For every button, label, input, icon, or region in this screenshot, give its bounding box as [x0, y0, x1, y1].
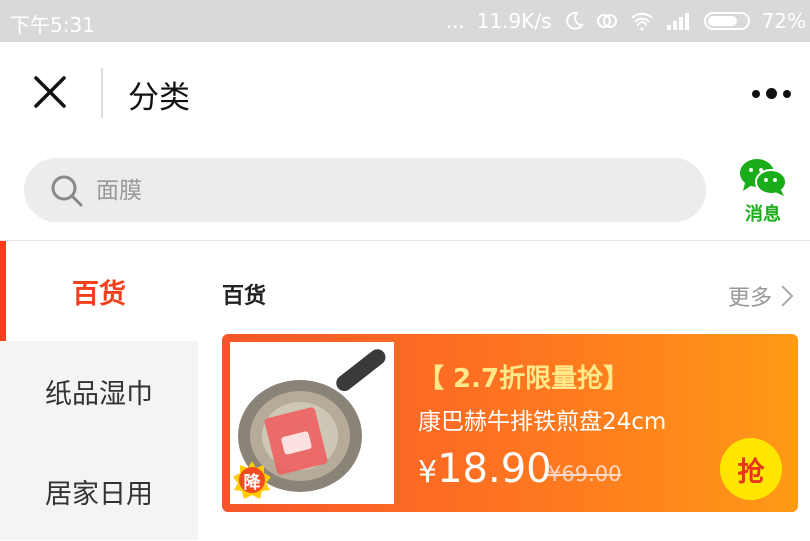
- promo-tag: 【 2.7折限量抢】: [418, 364, 630, 394]
- page-title: 分类: [128, 80, 190, 116]
- original-price: ¥69.00: [548, 462, 622, 486]
- price-currency: ¥: [418, 455, 438, 490]
- grab-button-label: 抢: [737, 456, 765, 488]
- discount-badge: 降: [232, 460, 272, 500]
- more-dot-icon: [752, 89, 760, 98]
- discount-badge-label: 降: [243, 473, 261, 493]
- sidebar-item-label: 百货: [72, 278, 126, 310]
- search-bar[interactable]: [24, 158, 706, 222]
- signal-icon: [666, 13, 689, 30]
- more-options-button[interactable]: [752, 88, 791, 99]
- messages-label: 消息: [745, 204, 781, 225]
- link-icon: [596, 14, 617, 28]
- status-right-group: ... 11.9K/s 72%: [446, 9, 806, 33]
- more-dot-icon: [766, 88, 777, 99]
- more-link[interactable]: 更多: [728, 280, 794, 312]
- network-speed: 11.9K/s: [476, 9, 552, 33]
- moon-icon: [565, 11, 584, 30]
- grab-button[interactable]: 抢: [720, 438, 782, 500]
- sidebar-item-label: 居家日用: [45, 478, 153, 510]
- sidebar-item-label: 纸品湿巾: [45, 378, 153, 410]
- close-icon[interactable]: [30, 72, 70, 112]
- title-bar: 分类: [0, 42, 810, 146]
- section-title: 百货: [222, 284, 267, 309]
- price-value: 18.90: [437, 446, 552, 492]
- product-name: 康巴赫牛排铁煎盘24cm: [418, 409, 667, 435]
- battery-icon: [703, 12, 750, 30]
- search-icon: [51, 175, 83, 207]
- wechat-icon: [740, 159, 787, 196]
- sidebar-item-paper-wipes[interactable]: 纸品湿巾: [0, 341, 198, 441]
- sidebar-item-general-goods[interactable]: 百货: [0, 241, 198, 341]
- status-bar: 下午5:31 ... 11.9K/s 72%: [0, 0, 810, 42]
- status-time: 下午5:31: [10, 13, 95, 37]
- messages-button[interactable]: 消息: [733, 158, 793, 228]
- sidebar-item-household[interactable]: 居家日用: [0, 441, 198, 541]
- product-image: 降: [230, 342, 394, 504]
- search-input[interactable]: [94, 172, 658, 210]
- status-dots: ...: [445, 9, 465, 33]
- more-dot-icon: [783, 89, 791, 98]
- title-divider: [101, 68, 103, 118]
- chevron-right-icon: [781, 285, 794, 307]
- battery-percent: 72%: [761, 9, 806, 33]
- category-sidebar: 百货 纸品湿巾 居家日用: [0, 241, 198, 540]
- wifi-icon: [630, 12, 653, 31]
- product-price: ¥18.90: [418, 446, 552, 492]
- more-link-label: 更多: [728, 286, 773, 311]
